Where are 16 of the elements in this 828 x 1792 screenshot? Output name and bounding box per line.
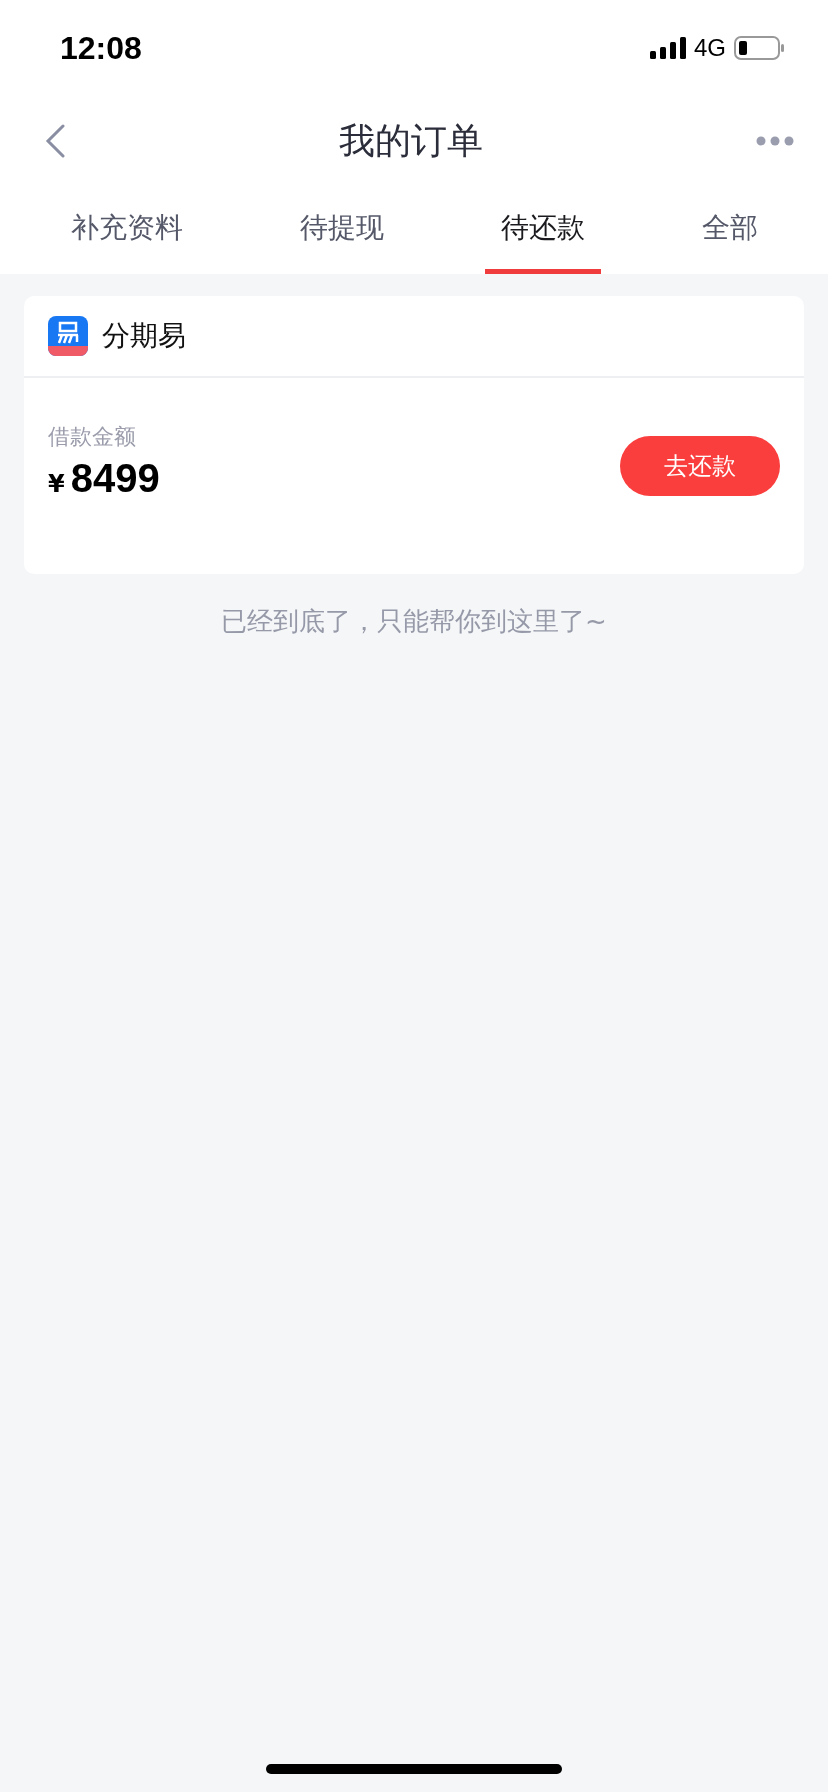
network-label: 4G: [694, 34, 726, 62]
product-name: 分期易: [102, 318, 186, 354]
amount-label: 借款金额: [48, 422, 137, 451]
currency-symbol: ¥: [48, 469, 65, 498]
signal-icon: [650, 37, 686, 59]
page-title: 我的订单: [339, 118, 483, 163]
battery-icon: [734, 36, 784, 60]
repay-button[interactable]: 去还款: [620, 436, 780, 496]
tab[interactable]: 待提现: [283, 186, 400, 274]
tab[interactable]: 待还款: [484, 186, 601, 274]
status-time: 12:08: [60, 29, 142, 67]
end-of-list-note: 已经到底了，只能帮你到这里了~: [220, 605, 608, 638]
app-logo-icon: [48, 316, 88, 356]
amount-value: 8499: [70, 455, 160, 501]
tab[interactable]: 补充资料: [54, 186, 199, 274]
tab[interactable]: 全部: [685, 186, 774, 274]
